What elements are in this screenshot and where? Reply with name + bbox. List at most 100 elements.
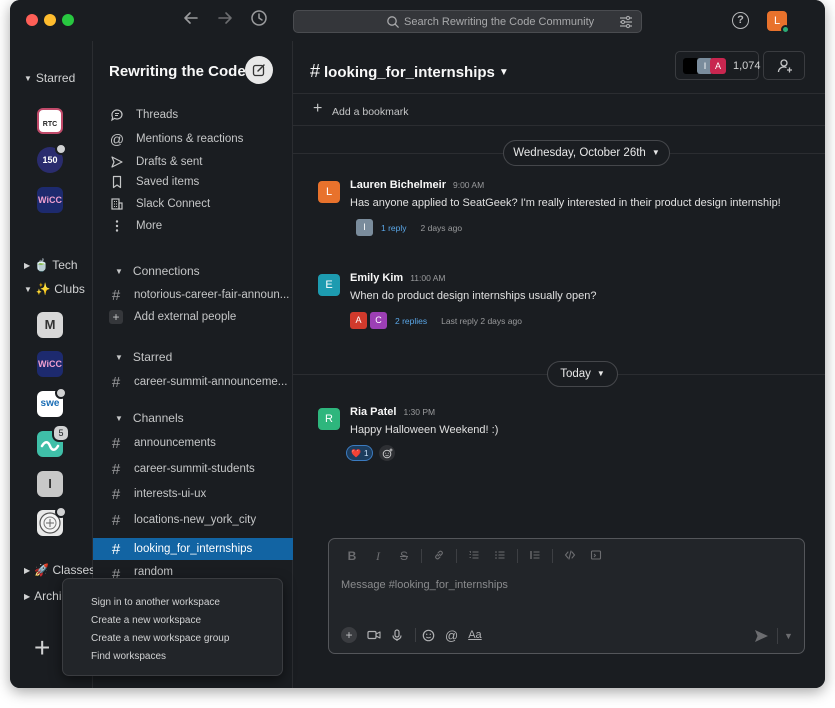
channel-header: # looking_for_internships ▼ I A 1,074 (293, 41, 825, 94)
channel-locations-new-york-city[interactable]: # locations-new_york_city (109, 509, 291, 531)
workspace-swe[interactable]: swe (37, 387, 67, 417)
workspace-wicc-2[interactable]: WiCC (37, 351, 63, 377)
message-time[interactable]: 9:00 AM (453, 180, 484, 190)
rail-section-archive[interactable]: ▶ Archi (24, 589, 62, 603)
nav-saved[interactable]: Saved items (109, 173, 199, 191)
rail-section-starred[interactable]: ▼ Starred (24, 71, 75, 85)
channel-item[interactable]: # notorious-career-fair-announ... (109, 284, 291, 306)
bullet-list-icon[interactable] (489, 549, 511, 564)
compose-button[interactable] (245, 56, 273, 84)
message-text: When do product design internships usual… (350, 290, 597, 302)
notification-dot (55, 387, 67, 399)
last-reply-time: Last reply 2 days ago (441, 315, 522, 326)
link-icon[interactable] (428, 549, 450, 564)
message-time[interactable]: 1:30 PM (403, 407, 435, 417)
workspace-i[interactable]: I (37, 471, 63, 497)
code-block-icon[interactable] (585, 549, 607, 564)
strikethrough-icon[interactable]: S (393, 549, 415, 563)
workspace-wave[interactable]: 5 (37, 424, 70, 457)
italic-icon[interactable]: I (367, 549, 389, 564)
code-icon[interactable] (559, 549, 581, 564)
rail-section-classes[interactable]: ▶ 🚀 Classes (24, 563, 95, 577)
workspace-name[interactable]: Rewriting the Code (109, 63, 246, 80)
minimize-window-button[interactable] (44, 14, 56, 26)
blockquote-icon[interactable] (524, 549, 546, 564)
plus-icon: + (313, 100, 323, 117)
add-person-icon (777, 59, 792, 73)
message-time[interactable]: 11:00 AM (410, 273, 445, 283)
plus-icon[interactable]: + (341, 627, 357, 643)
workspace-m[interactable]: M (37, 312, 63, 338)
bold-icon[interactable]: B (341, 549, 363, 563)
app-window: Search Rewriting the Code Community ? L … (10, 0, 825, 688)
members-button[interactable]: I A 1,074 (675, 51, 761, 80)
send-button[interactable] (754, 629, 769, 646)
message-input[interactable]: Message #looking_for_internships (341, 579, 508, 591)
menu-find-workspaces[interactable]: Find workspaces (91, 651, 166, 662)
channel-interests-ui-ux[interactable]: # interests-ui-ux (109, 483, 291, 505)
add-member-button[interactable] (763, 51, 805, 80)
format-text-icon[interactable]: Aa (468, 629, 481, 641)
reply-count[interactable]: 2 replies (395, 316, 427, 326)
section-channels[interactable]: ▼ Channels (115, 411, 184, 425)
avatar[interactable]: L (318, 181, 340, 203)
nav-drafts[interactable]: Drafts & sent (109, 153, 202, 171)
emoji-icon[interactable] (422, 629, 435, 642)
filter-icon[interactable] (619, 15, 633, 29)
nav-mentions[interactable]: @ Mentions & reactions (109, 130, 244, 148)
heart-reaction[interactable]: ❤️ 1 (346, 445, 374, 461)
channel-looking-for-internships[interactable]: # looking_for_internships (93, 538, 293, 560)
hash-icon: # (310, 61, 321, 81)
nav-threads[interactable]: Threads (109, 106, 178, 124)
thread-summary[interactable]: A C 2 replies Last reply 2 days ago (350, 312, 522, 329)
nav-more[interactable]: More (109, 217, 162, 235)
mention-icon[interactable]: @ (445, 628, 458, 643)
date-pill[interactable]: Today ▼ (547, 361, 618, 387)
workspace-150[interactable]: 150 (37, 143, 67, 173)
channel-random[interactable]: # random (109, 566, 291, 578)
maximize-window-button[interactable] (62, 14, 74, 26)
back-arrow-icon[interactable] (180, 9, 202, 31)
add-external-people[interactable]: + Add external people (109, 306, 291, 328)
channel-announcements[interactable]: # announcements (109, 432, 291, 454)
add-reaction-button[interactable] (379, 445, 396, 461)
rail-section-clubs[interactable]: ▼ ✨ Clubs (24, 282, 85, 296)
caret-down-icon: ▼ (115, 267, 123, 276)
nav-slack-connect[interactable]: Slack Connect (109, 195, 210, 213)
section-connections[interactable]: ▼ Connections (115, 264, 200, 278)
workspace-wicc[interactable]: WiCC (37, 187, 63, 213)
toolbar-separator (421, 549, 422, 563)
message-author: Ria Patel 1:30 PM (350, 406, 436, 418)
message-author: Lauren Bichelmeir 9:00 AM (350, 179, 485, 191)
video-icon[interactable] (367, 629, 381, 641)
menu-create-workspace-group[interactable]: Create a new workspace group (91, 633, 229, 644)
caret-right-icon: ▶ (24, 566, 31, 575)
help-icon[interactable]: ? (732, 12, 749, 29)
workspace-rtc[interactable]: RTC (37, 108, 63, 134)
workspace-seal[interactable] (37, 506, 67, 536)
rail-section-tech[interactable]: ▶ 🍵 Tech (24, 258, 78, 272)
menu-sign-in-workspace[interactable]: Sign in to another workspace (91, 597, 220, 608)
message-composer[interactable]: B I S Message #looking_for_internships + (328, 538, 805, 654)
avatar[interactable]: E (318, 274, 340, 296)
ordered-list-icon[interactable] (463, 549, 485, 564)
formatting-toolbar: B I S (329, 539, 804, 573)
channel-item[interactable]: # career-summit-announceme... (109, 371, 291, 393)
microphone-icon[interactable] (391, 628, 403, 642)
schedule-chevron-icon[interactable]: ▼ (784, 631, 793, 641)
close-window-button[interactable] (26, 14, 38, 26)
menu-create-workspace[interactable]: Create a new workspace (91, 615, 201, 626)
thread-summary[interactable]: I 1 reply 2 days ago (356, 219, 462, 236)
section-starred[interactable]: ▼ Starred (115, 350, 172, 364)
date-pill[interactable]: Wednesday, October 26th ▼ (503, 140, 670, 166)
bookmark-bar[interactable]: + Add a bookmark (293, 94, 825, 126)
channel-career-summit-students[interactable]: # career-summit-students (109, 458, 291, 480)
reply-count[interactable]: 1 reply (381, 223, 407, 233)
search-bar[interactable]: Search Rewriting the Code Community (293, 10, 642, 33)
avatar[interactable]: R (318, 408, 340, 430)
hash-icon: # (111, 540, 121, 558)
channel-title[interactable]: # looking_for_internships ▼ (310, 61, 509, 82)
add-workspace-plus-icon[interactable]: + (34, 634, 56, 662)
history-clock-icon[interactable] (248, 9, 270, 31)
forward-arrow-icon[interactable] (214, 9, 236, 31)
